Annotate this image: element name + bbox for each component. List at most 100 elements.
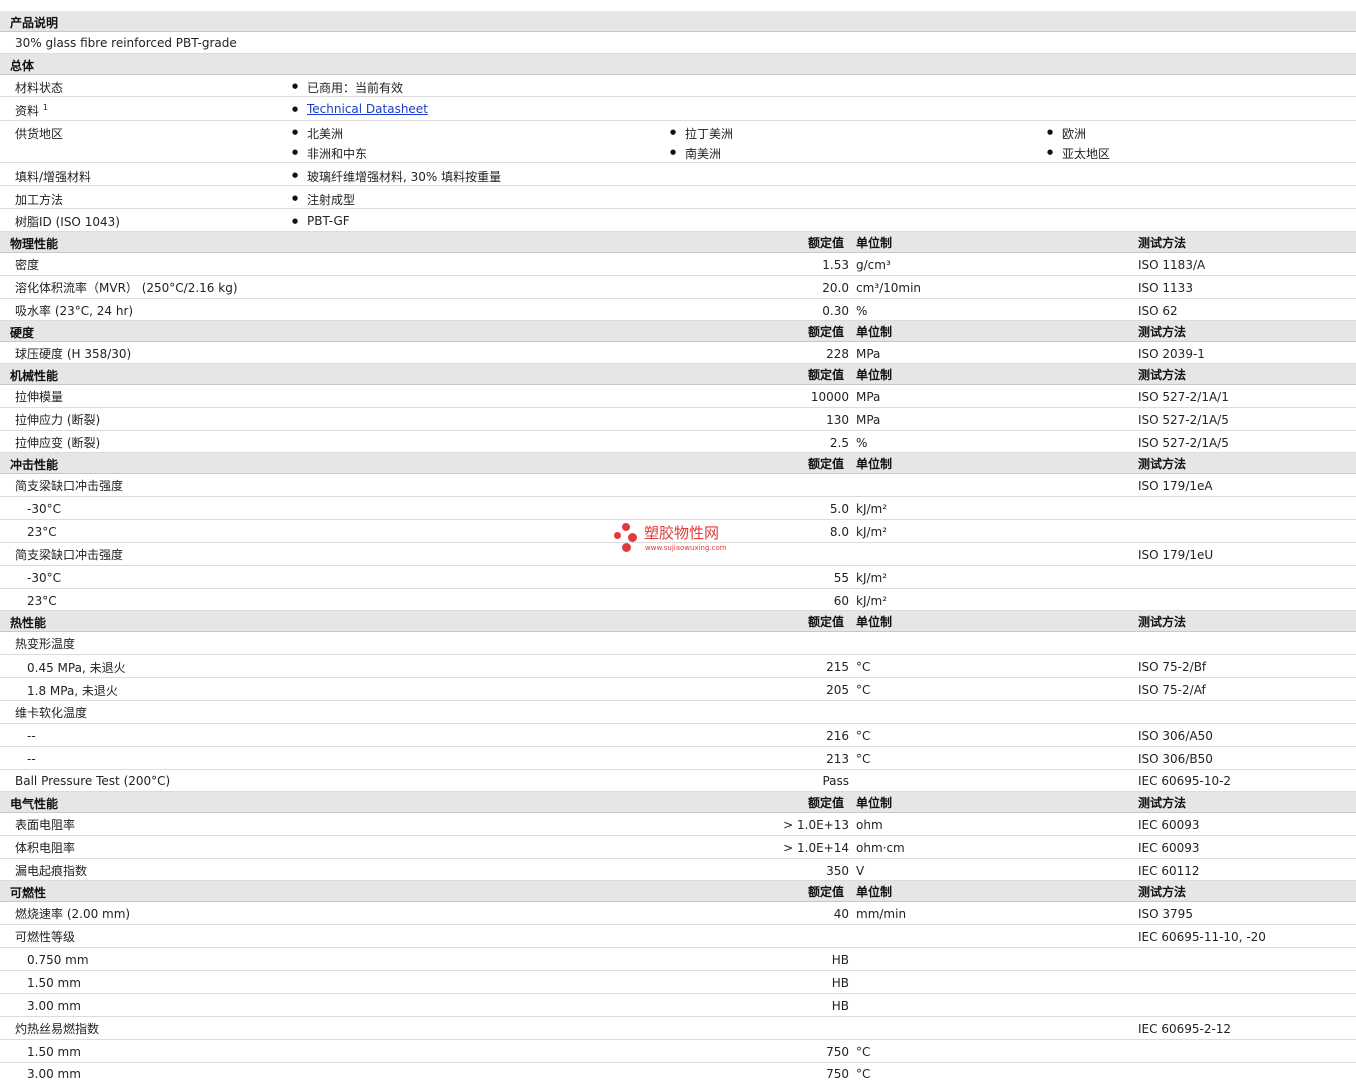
property-value: 5.0 bbox=[829, 502, 849, 516]
bullet-item: PBT-GF bbox=[292, 214, 350, 228]
property-unit: ohm bbox=[856, 818, 883, 832]
property-method: ISO 306/A50 bbox=[1138, 729, 1213, 743]
property-method: IEC 60112 bbox=[1138, 864, 1200, 878]
property-label: 灼热丝易燃指数 bbox=[15, 1022, 100, 1036]
property-row: 漏电起痕指数 350 V IEC 60112 bbox=[0, 859, 1356, 881]
property-row: 表面电阻率 > 1.0E+13 ohm IEC 60093 bbox=[0, 813, 1356, 836]
property-label: 热变形温度 bbox=[15, 637, 76, 651]
property-method: ISO 2039-1 bbox=[1138, 347, 1205, 361]
row-label: 材料状态 bbox=[15, 81, 64, 95]
region-item: 拉丁美洲 bbox=[670, 125, 733, 142]
property-subrow: 1.50 mm 750 °C bbox=[0, 1040, 1356, 1063]
region-item: 北美洲 bbox=[292, 125, 343, 142]
property-method: ISO 179/1eU bbox=[1138, 548, 1214, 562]
property-label: 可燃性等级 bbox=[15, 930, 76, 944]
region-item: 亚太地区 bbox=[1047, 145, 1110, 162]
column-header-unit: 单位制 bbox=[856, 885, 893, 899]
property-row: 拉伸应变 (断裂) 2.5 % ISO 527-2/1A/5 bbox=[0, 431, 1356, 453]
column-header-unit: 单位制 bbox=[856, 615, 893, 629]
property-value: 213 bbox=[826, 752, 849, 766]
column-header-method: 测试方法 bbox=[1138, 796, 1187, 810]
property-value: 350 bbox=[826, 864, 849, 878]
property-unit: % bbox=[856, 436, 868, 450]
property-label: 1.8 MPa, 未退火 bbox=[27, 684, 118, 698]
bullet-item: 玻璃纤维增强材料, 30% 填料按重量 bbox=[292, 168, 501, 185]
property-unit: °C bbox=[856, 683, 871, 697]
row-label: 供货地区 bbox=[15, 127, 64, 141]
property-value: 8.0 bbox=[829, 525, 849, 539]
section-header-thermal: 热性能 额定值 单位制 测试方法 bbox=[0, 611, 1356, 632]
property-label: 简支梁缺口冲击强度 bbox=[15, 479, 124, 493]
property-unit: °C bbox=[856, 1045, 871, 1059]
general-row-document: 资料 1 Technical Datasheet bbox=[0, 97, 1356, 121]
section-title: 总体 bbox=[10, 59, 35, 73]
property-label: 维卡软化温度 bbox=[15, 706, 88, 720]
row-label: 资料 1 bbox=[15, 102, 48, 119]
property-value: 750 bbox=[826, 1067, 849, 1081]
property-method: ISO 527-2/1A/5 bbox=[1138, 413, 1229, 427]
property-row: 溶化体积流率（MVR） (250°C/2.16 kg) 20.0 cm³/10m… bbox=[0, 276, 1356, 299]
watermark-name: 塑胶物性网 bbox=[644, 524, 720, 542]
property-label: 1.50 mm bbox=[27, 976, 81, 990]
property-unit: kJ/m² bbox=[856, 594, 888, 608]
property-row: 拉伸模量 10000 MPa ISO 527-2/1A/1 bbox=[0, 385, 1356, 408]
property-value: 205 bbox=[826, 683, 849, 697]
property-unit: % bbox=[856, 304, 868, 318]
general-row-filler: 填料/增强材料 玻璃纤维增强材料, 30% 填料按重量 bbox=[0, 163, 1356, 186]
section-header-electrical: 电气性能 额定值 单位制 测试方法 bbox=[0, 792, 1356, 813]
section-title: 物理性能 bbox=[10, 237, 59, 251]
property-row: 简支梁缺口冲击强度 ISO 179/1eA bbox=[0, 474, 1356, 497]
column-header-value: 额定值 bbox=[808, 615, 845, 629]
property-value: 55 bbox=[833, 571, 849, 585]
region-item: 南美洲 bbox=[670, 145, 721, 162]
section-header-hardness: 硬度 额定值 单位制 测试方法 bbox=[0, 321, 1356, 342]
column-header-value: 额定值 bbox=[808, 796, 845, 810]
property-unit: MPa bbox=[856, 390, 881, 404]
column-header-value: 额定值 bbox=[808, 236, 845, 250]
row-label: 填料/增强材料 bbox=[15, 170, 92, 184]
property-method: IEC 60695-10-2 bbox=[1138, 774, 1232, 788]
property-subrow: 1.8 MPa, 未退火 205 °C ISO 75-2/Af bbox=[0, 678, 1356, 701]
technical-datasheet-link[interactable]: Technical Datasheet bbox=[307, 102, 428, 116]
property-unit: V bbox=[856, 864, 865, 878]
general-row-resin-id: 树脂ID (ISO 1043) PBT-GF bbox=[0, 209, 1356, 232]
property-label: 3.00 mm bbox=[27, 999, 81, 1013]
property-value: 20.0 bbox=[822, 281, 849, 295]
property-value: 750 bbox=[826, 1045, 849, 1059]
property-value: 216 bbox=[826, 729, 849, 743]
property-method: ISO 179/1eA bbox=[1138, 479, 1213, 493]
property-label: 吸水率 (23°C, 24 hr) bbox=[15, 304, 134, 318]
property-label: 拉伸应力 (断裂) bbox=[15, 413, 101, 427]
general-row-material-status: 材料状态 已商用：当前有效 bbox=[0, 75, 1356, 97]
property-unit: MPa bbox=[856, 413, 881, 427]
property-label: 体积电阻率 bbox=[15, 841, 76, 855]
property-subrow: 1.50 mm HB bbox=[0, 971, 1356, 994]
property-value: HB bbox=[831, 953, 849, 967]
general-row-processing: 加工方法 注射成型 bbox=[0, 186, 1356, 209]
property-method: ISO 75-2/Af bbox=[1138, 683, 1206, 697]
property-method: ISO 1133 bbox=[1138, 281, 1193, 295]
property-method: ISO 306/B50 bbox=[1138, 752, 1213, 766]
section-header-flammability: 可燃性 额定值 单位制 测试方法 bbox=[0, 881, 1356, 902]
section-header-impact: 冲击性能 额定值 单位制 测试方法 bbox=[0, 453, 1356, 474]
property-value: 228 bbox=[826, 347, 849, 361]
product-description-row: 30% glass fibre reinforced PBT-grade bbox=[0, 32, 1356, 54]
section-header-physical: 物理性能 额定值 单位制 测试方法 bbox=[0, 232, 1356, 253]
bullet-item: Technical Datasheet bbox=[292, 102, 428, 116]
property-label: 密度 bbox=[15, 258, 40, 272]
property-value: 40 bbox=[833, 907, 849, 921]
property-label: 1.50 mm bbox=[27, 1045, 81, 1059]
column-header-method: 测试方法 bbox=[1138, 236, 1187, 250]
property-label: 3.00 mm bbox=[27, 1067, 81, 1081]
property-unit: °C bbox=[856, 729, 871, 743]
property-unit: °C bbox=[856, 1067, 871, 1081]
property-method: IEC 60695-2-12 bbox=[1138, 1022, 1232, 1036]
section-title: 硬度 bbox=[10, 326, 35, 340]
property-label: 23°C bbox=[27, 594, 57, 608]
property-value: 130 bbox=[826, 413, 849, 427]
watermark-url: www.sujiaowuxing.com bbox=[645, 544, 727, 552]
property-row: 体积电阻率 > 1.0E+14 ohm·cm IEC 60093 bbox=[0, 836, 1356, 859]
column-header-method: 测试方法 bbox=[1138, 325, 1187, 339]
property-row: 可燃性等级 IEC 60695-11-10, -20 bbox=[0, 925, 1356, 948]
property-label: 溶化体积流率（MVR） (250°C/2.16 kg) bbox=[15, 281, 238, 295]
